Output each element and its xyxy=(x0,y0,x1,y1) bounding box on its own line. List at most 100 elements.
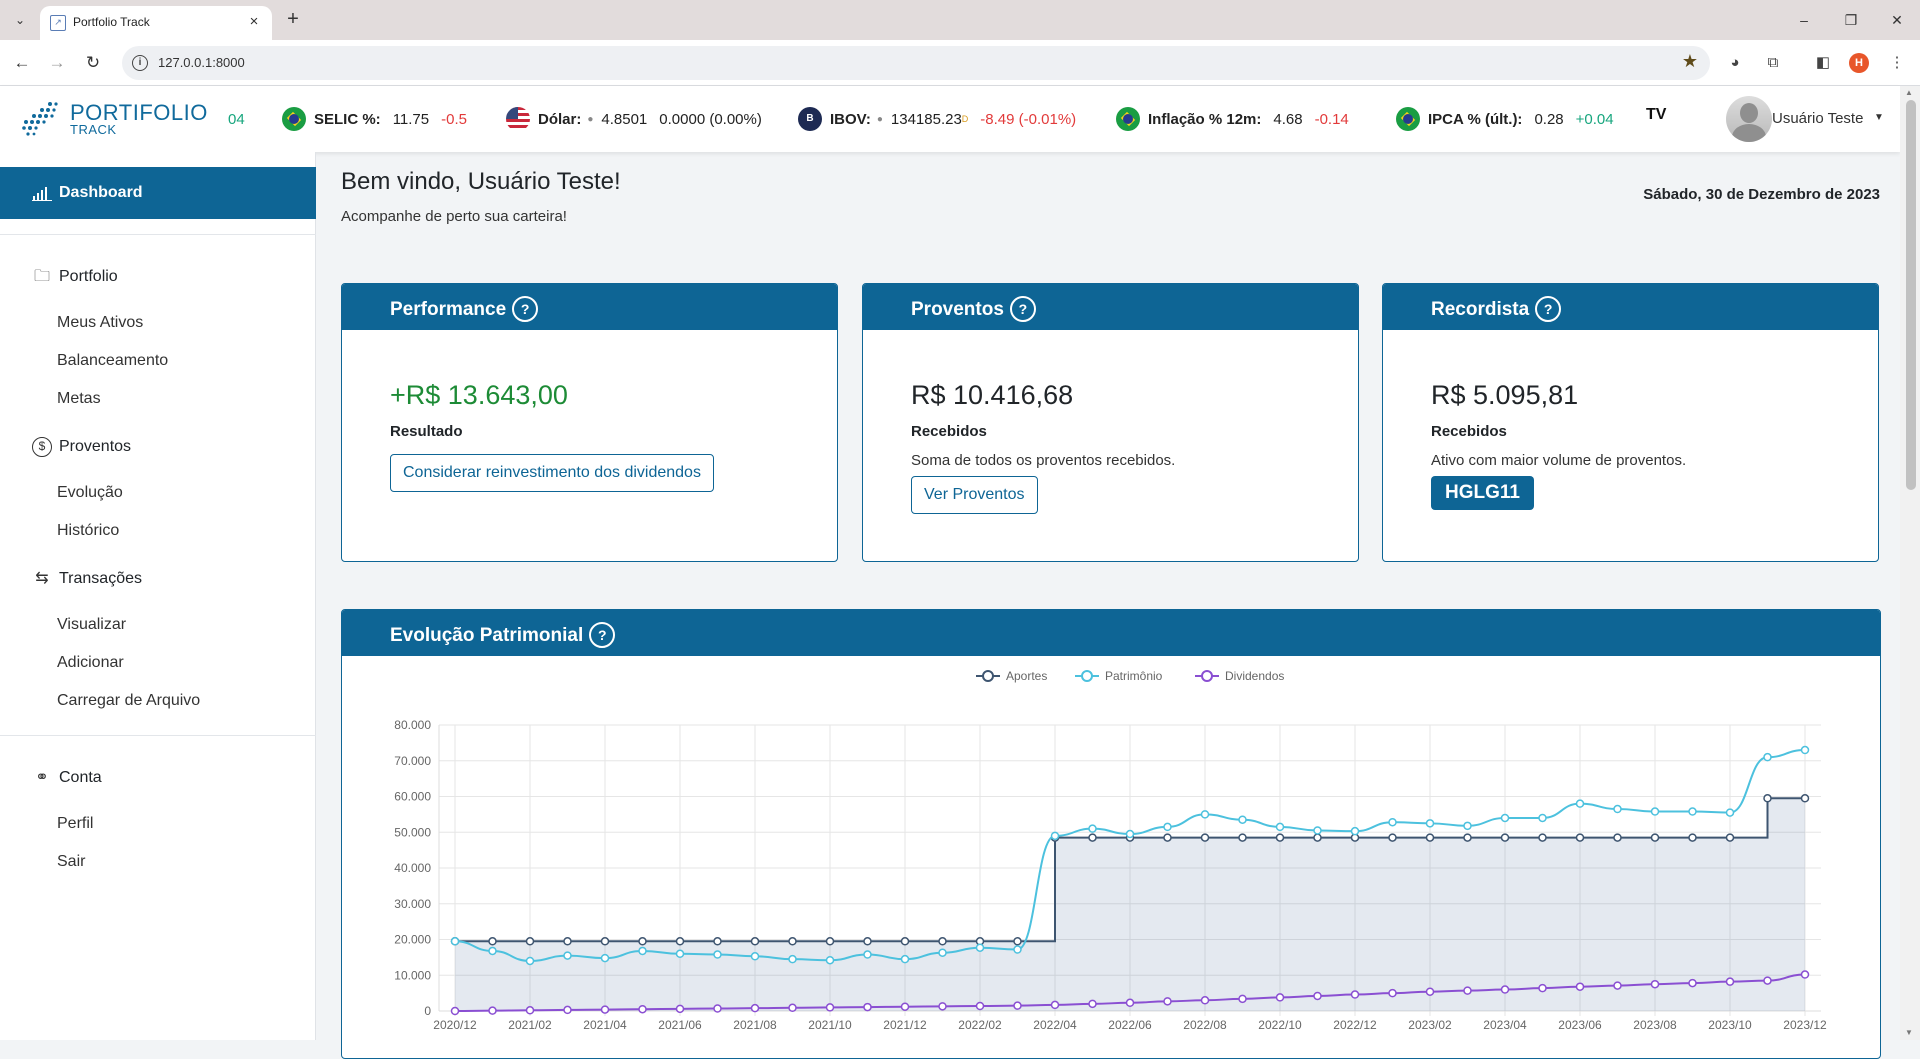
sidebar-item-sair[interactable]: Sair xyxy=(57,853,85,871)
scroll-down-arrow-icon[interactable]: ▼ xyxy=(1905,1028,1913,1037)
restore-window-icon[interactable]: ❐ xyxy=(1836,8,1866,32)
data-point xyxy=(750,937,760,946)
sidebar-item-meus-ativos[interactable]: Meus Ativos xyxy=(57,314,143,332)
ticker-item-selic[interactable]: SELIC %: 11.75 -0.5 xyxy=(282,104,467,134)
logo-subtext[interactable]: TRACK xyxy=(70,122,117,137)
ticker-name: Dólar: xyxy=(538,110,582,128)
sidebar-item-carregar-arquivo[interactable]: Carregar de Arquivo xyxy=(57,692,200,710)
forward-arrow-icon[interactable]: → xyxy=(44,50,70,76)
puzzle-extensions-icon[interactable]: ⧉ xyxy=(1762,52,1784,74)
usa-flag-icon xyxy=(506,107,530,131)
close-window-icon[interactable]: ✕ xyxy=(1882,8,1912,32)
tradingview-logo-icon[interactable]: TV xyxy=(1646,106,1666,124)
folder-icon: 🗀 xyxy=(33,268,50,285)
data-point xyxy=(1613,804,1622,814)
sidebar-item-perfil[interactable]: Perfil xyxy=(57,815,93,833)
ticker-item-inflacao[interactable]: Inflação % 12m: 4.68 -0.14 xyxy=(1116,104,1349,134)
app-header: PORTIFOLIO TRACK 04 SELIC %: 11.75 -0.5 … xyxy=(0,86,1900,152)
data-point xyxy=(1088,999,1097,1009)
help-question-icon[interactable]: ? xyxy=(512,296,539,322)
data-point xyxy=(675,1004,685,1014)
reinvest-dividends-button[interactable]: Considerar reinvestimento dos dividendos xyxy=(390,454,714,492)
data-point xyxy=(600,937,610,946)
data-point xyxy=(1463,833,1472,842)
profile-avatar[interactable]: H xyxy=(1849,53,1869,73)
data-point xyxy=(563,951,572,960)
data-point xyxy=(1725,808,1735,817)
card-title: Evolução Patrimonial? xyxy=(390,622,616,648)
scrollbar-thumb[interactable] xyxy=(1906,100,1916,490)
b3-logo-icon: B xyxy=(798,107,822,131)
legend-label: Aportes xyxy=(1006,669,1047,683)
sidebar-section-portfolio[interactable]: 🗀 Portfolio xyxy=(32,267,118,287)
help-question-icon[interactable]: ? xyxy=(589,622,616,648)
new-tab-plus-icon[interactable]: + xyxy=(281,8,305,32)
help-question-icon[interactable]: ? xyxy=(1535,296,1562,322)
ticker-item-ibov[interactable]: B IBOV: ● 134185.23 D -8.49 (-0.01%) xyxy=(798,104,1076,134)
address-bar[interactable]: i 127.0.0.1:8000 ★ xyxy=(122,46,1710,80)
proventos-value: R$ 10.416,68 xyxy=(911,380,1074,410)
data-point xyxy=(488,1006,497,1015)
user-gear-icon: ⚭ xyxy=(35,769,49,786)
data-point xyxy=(1500,985,1510,994)
performance-card: Performance? +R$ 13.643,00 Resultado Con… xyxy=(341,283,838,562)
sidebar-section-transacoes[interactable]: ⇆ Transações xyxy=(32,569,142,589)
sidebar-divider xyxy=(0,735,316,736)
sidebar-item-evolucao[interactable]: Evolução xyxy=(57,484,123,502)
browser-menu-icon[interactable]: ⋮ xyxy=(1886,52,1908,74)
delayed-data-marker: D xyxy=(961,114,969,124)
ticker-item-dolar[interactable]: Dólar: ● 4.8501 0.0000 (0.00%) xyxy=(506,104,762,134)
data-point xyxy=(450,937,460,946)
ticker-item-ipca[interactable]: IPCA % (últ.): 0.28 +0.04 xyxy=(1396,104,1614,134)
ver-proventos-button[interactable]: Ver Proventos xyxy=(911,476,1038,514)
scroll-up-arrow-icon[interactable]: ▲ xyxy=(1905,88,1913,97)
minimize-icon[interactable]: – xyxy=(1789,8,1819,32)
x-tick-label: 2021/06 xyxy=(658,1018,702,1032)
back-arrow-icon[interactable]: ← xyxy=(9,50,35,76)
sidebar-section-proventos[interactable]: $ Proventos xyxy=(32,437,131,457)
sidebar-item-metas[interactable]: Metas xyxy=(57,390,101,408)
data-point xyxy=(1538,813,1547,823)
data-point xyxy=(1725,977,1735,986)
url-text[interactable]: 127.0.0.1:8000 xyxy=(158,55,245,70)
sidebar-item-historico[interactable]: Histórico xyxy=(57,522,119,540)
side-panel-icon[interactable]: ◧ xyxy=(1812,52,1834,74)
help-question-icon[interactable]: ? xyxy=(1009,296,1036,322)
page-title: Bem vindo, Usuário Teste! xyxy=(341,168,621,195)
extension-icon[interactable]: ◕ xyxy=(1724,52,1746,74)
user-menu-name[interactable]: Usuário Teste xyxy=(1772,110,1863,127)
data-point xyxy=(450,1006,460,1016)
data-point xyxy=(750,1003,760,1013)
sidebar-section-conta[interactable]: ⚭ Conta xyxy=(32,768,102,788)
data-point xyxy=(1200,996,1210,1005)
caret-down-icon[interactable]: ▼ xyxy=(1874,112,1884,123)
reload-icon[interactable]: ↻ xyxy=(80,50,106,76)
data-point xyxy=(975,943,985,952)
site-info-icon[interactable]: i xyxy=(132,55,148,71)
top-asset-badge[interactable]: HGLG11 xyxy=(1431,476,1534,510)
sidebar-item-visualizar[interactable]: Visualizar xyxy=(57,616,126,634)
x-tick-label: 2021/02 xyxy=(508,1018,552,1032)
y-tick-label: 40.000 xyxy=(394,861,431,875)
bookmark-star-icon[interactable]: ★ xyxy=(1682,51,1698,72)
sidebar-item-balanceamento[interactable]: Balanceamento xyxy=(57,352,168,370)
tab-search-chevron-icon[interactable]: ⌄ xyxy=(7,8,33,32)
sidebar-item-dashboard[interactable]: Dashboard xyxy=(0,167,316,219)
tab-close-icon[interactable]: × xyxy=(244,12,264,32)
user-avatar[interactable] xyxy=(1726,96,1772,142)
sidebar-divider xyxy=(0,234,316,235)
data-point xyxy=(1088,833,1097,842)
sidebar-section-label: Conta xyxy=(59,769,102,786)
data-point xyxy=(1163,822,1172,832)
proventos-card: Proventos? R$ 10.416,68 Recebidos Soma d… xyxy=(862,283,1359,562)
evolucao-patrimonial-chart[interactable]: 0 10.000 20.000 30.000 40.000 50.000 60.000 70.… xyxy=(342,656,1880,1058)
data-point xyxy=(900,1002,910,1011)
data-point xyxy=(1050,831,1060,841)
data-point xyxy=(1013,945,1022,954)
data-point xyxy=(1200,810,1210,819)
browser-tab[interactable]: ↗ Portfolio Track × xyxy=(40,6,272,40)
data-point xyxy=(1013,937,1022,946)
sidebar-item-adicionar[interactable]: Adicionar xyxy=(57,654,124,672)
logo-mark-icon[interactable] xyxy=(20,100,60,136)
market-ticker-tape[interactable]: 04 SELIC %: 11.75 -0.5 Dólar: ● 4.8501 0… xyxy=(222,86,1682,152)
